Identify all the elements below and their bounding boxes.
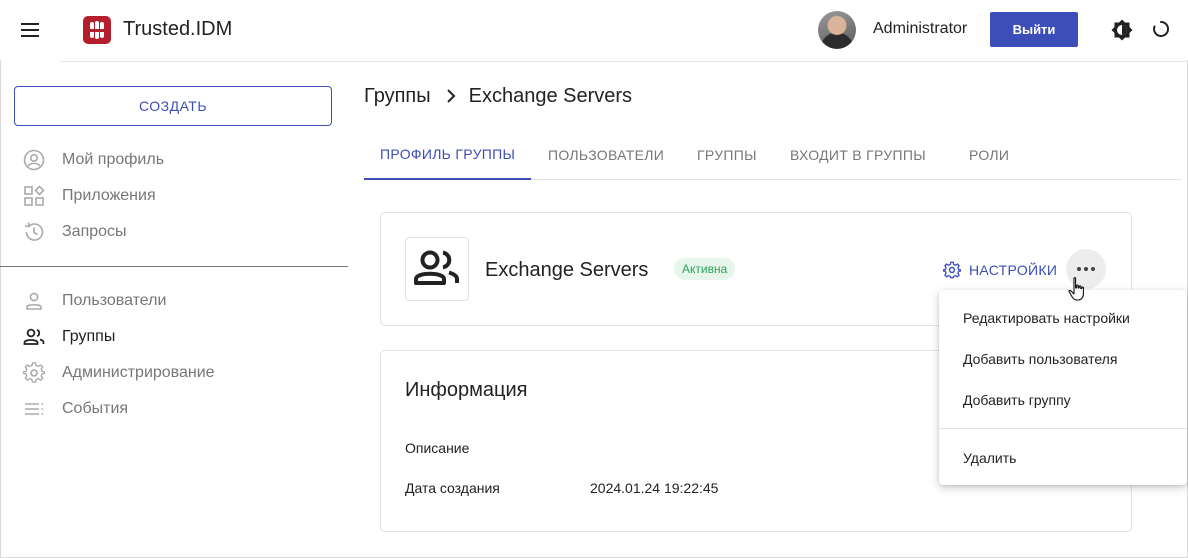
menu-divider	[939, 428, 1187, 429]
description-label: Описание	[405, 440, 470, 456]
menu-item-edit-settings[interactable]: Редактировать настройки	[939, 299, 1187, 337]
breadcrumb-current: Exchange Servers	[468, 84, 633, 107]
menu-item-delete[interactable]: Удалить	[939, 439, 1187, 477]
loader-icon	[1150, 18, 1172, 40]
sidebar-item-label: Запросы	[62, 223, 127, 240]
tab-group-profile[interactable]: ПРОФИЛЬ ГРУППЫ	[364, 130, 532, 180]
tab-bar: ПРОФИЛЬ ГРУППЫ ПОЛЬЗОВАТЕЛИ ГРУППЫ ВХОДИ…	[364, 130, 1182, 180]
history-icon	[22, 220, 46, 244]
sidebar-item-administration[interactable]: Администрирование	[22, 360, 215, 386]
sidebar-item-label: Группы	[62, 328, 116, 345]
theme-toggle-icon[interactable]	[1110, 18, 1134, 42]
sidebar-divider	[0, 266, 348, 267]
sidebar-item-requests[interactable]: Запросы	[22, 219, 127, 245]
tab-roles[interactable]: РОЛИ	[953, 130, 1025, 179]
sidebar-item-apps[interactable]: Приложения	[22, 183, 156, 209]
chevron-right-icon	[439, 84, 463, 108]
info-title: Информация	[405, 379, 528, 401]
user-icon	[22, 289, 46, 313]
profile-icon	[22, 148, 46, 172]
header-divider	[60, 61, 1188, 62]
group-icon	[414, 250, 459, 285]
sidebar-item-groups[interactable]: Группы	[22, 324, 115, 350]
status-badge: Активна	[674, 258, 736, 280]
group-avatar	[405, 237, 469, 301]
group-name: Exchange Servers	[485, 259, 649, 281]
sidebar-item-profile[interactable]: Мой профиль	[22, 147, 164, 173]
brand-title: Trusted.IDM	[123, 18, 233, 40]
settings-button[interactable]: НАСТРОЙКИ	[943, 258, 1057, 282]
tab-users[interactable]: ПОЛЬЗОВАТЕЛИ	[532, 130, 680, 179]
sidebar-item-users[interactable]: Пользователи	[22, 288, 166, 314]
gear-icon	[22, 361, 46, 385]
menu-item-add-user[interactable]: Добавить пользователя	[939, 340, 1187, 378]
create-button[interactable]: СОЗДАТЬ	[14, 86, 332, 126]
logo-icon	[83, 16, 111, 44]
created-value: 2024.01.24 19:22:45	[590, 480, 719, 496]
gear-icon	[943, 261, 961, 279]
more-options-menu: Редактировать настройки Добавить пользов…	[939, 290, 1187, 485]
tab-groups[interactable]: ГРУППЫ	[681, 130, 773, 179]
apps-icon	[22, 184, 46, 208]
hand-cursor-icon	[1067, 276, 1089, 302]
menu-icon[interactable]	[18, 18, 42, 42]
sidebar-item-label: Пользователи	[62, 292, 167, 309]
sidebar-item-label: Мой профиль	[62, 151, 165, 168]
logout-button[interactable]: Выйти	[990, 12, 1078, 47]
sidebar-item-events[interactable]: События	[22, 396, 128, 422]
menu-item-add-group[interactable]: Добавить группу	[939, 381, 1187, 419]
sidebar-item-label: События	[62, 400, 129, 417]
created-label: Дата создания	[405, 480, 500, 496]
tab-member-of[interactable]: ВХОДИТ В ГРУППЫ	[774, 130, 942, 179]
username: Administrator	[873, 20, 968, 37]
avatar[interactable]	[818, 11, 856, 49]
events-icon	[22, 397, 46, 421]
group-icon	[22, 325, 46, 349]
sidebar-item-label: Приложения	[62, 187, 156, 204]
breadcrumb: Группы Exchange Servers	[364, 84, 632, 108]
settings-label: НАСТРОЙКИ	[969, 262, 1058, 278]
top-bar: Trusted.IDM Administrator Выйти	[0, 0, 1188, 60]
sidebar-item-label: Администрирование	[62, 364, 215, 381]
breadcrumb-parent[interactable]: Группы	[364, 85, 431, 108]
